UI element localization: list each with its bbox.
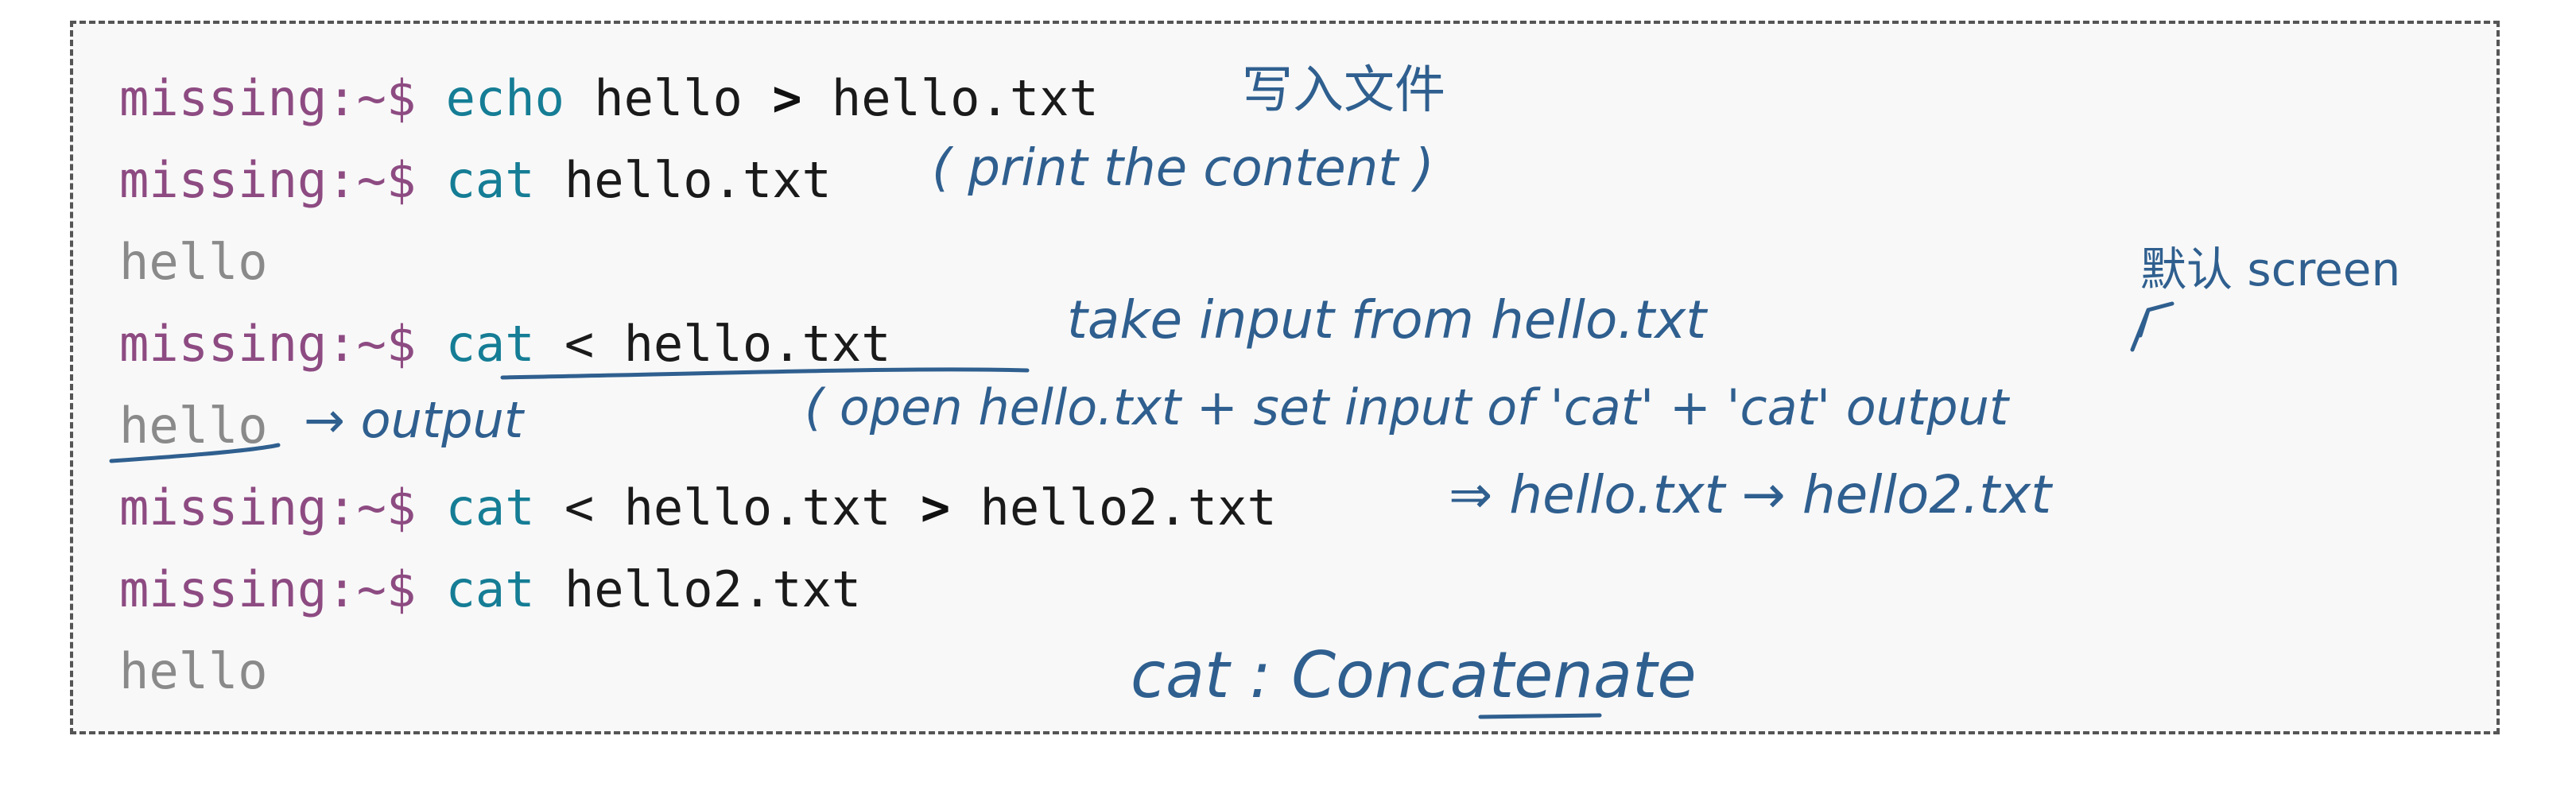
- underline-hello-output: [109, 443, 281, 463]
- arrow-to-screen-icon: [2130, 301, 2174, 352]
- underline-cat-in-concatenate: [1478, 713, 1602, 719]
- handwritten-marks: [109, 301, 2174, 719]
- terminal-window[interactable]: missing:~$ echo hello > hello.txt missin…: [70, 21, 2500, 734]
- underline-cat-input: [500, 367, 1030, 380]
